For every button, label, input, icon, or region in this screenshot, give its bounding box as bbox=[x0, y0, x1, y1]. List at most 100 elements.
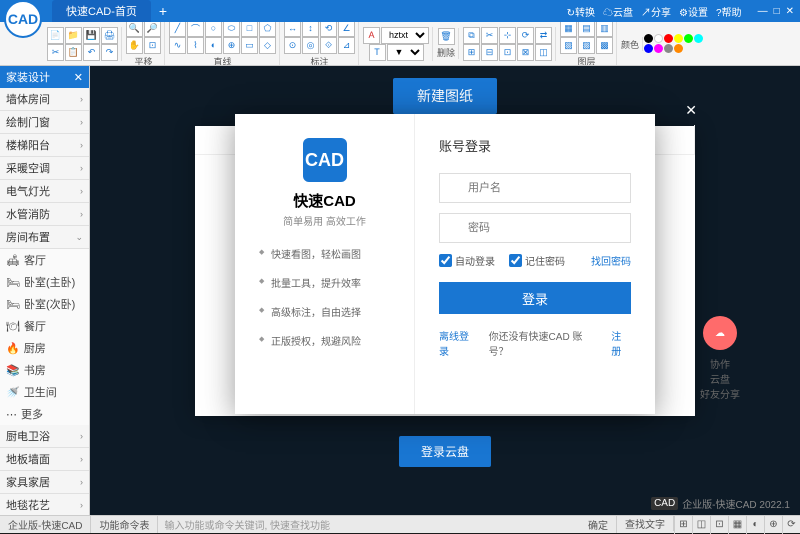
status-icon[interactable]: ▦ bbox=[728, 516, 746, 534]
tool-btn[interactable]: ↕ bbox=[302, 22, 319, 37]
command-input[interactable]: 输入功能或命令关键词, 快速查找功能 bbox=[158, 517, 580, 532]
status-edition[interactable]: 企业版-快速CAD bbox=[0, 516, 91, 533]
tool-btn[interactable]: 🖨 bbox=[101, 27, 118, 44]
tool-btn[interactable]: □ bbox=[241, 22, 258, 37]
tool-btn[interactable]: 📁 bbox=[65, 27, 82, 44]
share-link[interactable]: ↗分享 bbox=[641, 4, 671, 19]
sidebar-sub-item[interactable]: 🛏卧室(次卧) bbox=[0, 293, 89, 315]
tool-btn[interactable]: ✂ bbox=[47, 44, 64, 61]
tool-btn[interactable]: ⟲ bbox=[320, 22, 337, 37]
confirm-button[interactable]: 确定 bbox=[580, 516, 617, 533]
username-input[interactable] bbox=[439, 173, 631, 203]
tool-btn[interactable]: T bbox=[369, 44, 386, 61]
tool-btn[interactable]: ◎ bbox=[302, 37, 319, 54]
new-drawing-button[interactable]: 新建图纸 bbox=[393, 78, 497, 114]
tool-btn[interactable]: ⟐ bbox=[320, 37, 337, 54]
sidebar-sub-item[interactable]: ⋯更多 bbox=[0, 403, 89, 425]
tool-btn[interactable]: ⊿ bbox=[338, 37, 355, 54]
sidebar-sub-item[interactable]: 🚿卫生间 bbox=[0, 381, 89, 403]
document-tab[interactable]: 快速CAD-首页 bbox=[52, 0, 151, 22]
settings-link[interactable]: ⚙设置 bbox=[679, 4, 708, 19]
tool-btn[interactable]: 🗑 bbox=[438, 28, 455, 45]
auto-login-checkbox[interactable]: 自动登录 bbox=[439, 253, 495, 268]
status-commands[interactable]: 功能命令表 bbox=[91, 516, 158, 533]
tool-btn[interactable]: ⊡ bbox=[499, 44, 516, 61]
tool-btn[interactable]: 💾 bbox=[83, 27, 100, 44]
tool-btn[interactable]: ⊹ bbox=[499, 27, 516, 44]
new-tab-button[interactable]: + bbox=[159, 3, 167, 19]
sidebar-item[interactable]: 地毯花艺› bbox=[0, 494, 89, 515]
coop-icon[interactable]: ☁ bbox=[703, 316, 737, 350]
tool-btn[interactable]: ⊟ bbox=[481, 44, 498, 61]
panel-close-icon[interactable]: ✕ bbox=[685, 102, 697, 119]
status-icon[interactable]: ⊕ bbox=[764, 516, 782, 534]
sidebar-item[interactable]: 绘制门窗› bbox=[0, 111, 89, 134]
tool-btn[interactable]: ⇄ bbox=[535, 27, 552, 44]
tool-btn[interactable]: 📋 bbox=[65, 44, 82, 61]
tool-btn[interactable]: ∠ bbox=[338, 22, 355, 37]
zoom-out-btn[interactable]: 🔎 bbox=[144, 22, 161, 37]
sidebar-item[interactable]: 楼梯阳台› bbox=[0, 134, 89, 157]
close-button[interactable]: ✕ bbox=[786, 6, 794, 17]
tool-btn[interactable]: ▥ bbox=[596, 22, 613, 37]
line-btn[interactable]: ╱ bbox=[169, 22, 186, 37]
tool-btn[interactable]: ✂ bbox=[481, 27, 498, 44]
text-btn[interactable]: A bbox=[363, 27, 380, 44]
sidebar-sub-item[interactable]: 📚书房 bbox=[0, 359, 89, 381]
login-button[interactable]: 登录 bbox=[439, 282, 631, 314]
cloud-link[interactable]: ☁云盘 bbox=[603, 4, 633, 19]
tool-btn[interactable]: ⧉ bbox=[463, 27, 480, 44]
pan-btn[interactable]: ✋ bbox=[126, 37, 143, 54]
tool-btn[interactable]: ⟳ bbox=[517, 27, 534, 44]
close-icon[interactable]: ✕ bbox=[74, 71, 83, 84]
zoom-in-btn[interactable]: 🔍 bbox=[126, 22, 143, 37]
tool-btn[interactable]: ⊡ bbox=[144, 37, 161, 54]
tool-btn[interactable]: ∿ bbox=[169, 37, 186, 54]
tool-btn[interactable]: 📄 bbox=[47, 27, 64, 44]
tool-btn[interactable]: ◫ bbox=[535, 44, 552, 61]
tool-btn[interactable]: ⊞ bbox=[463, 44, 480, 61]
sidebar-header[interactable]: 家装设计✕ bbox=[0, 66, 89, 88]
status-icon[interactable]: ◫ bbox=[692, 516, 710, 534]
tool-btn[interactable]: ▦ bbox=[560, 22, 577, 37]
maximize-button[interactable]: □ bbox=[774, 6, 780, 17]
tool-btn[interactable]: ⊠ bbox=[517, 44, 534, 61]
status-icon[interactable]: ◐ bbox=[746, 516, 764, 534]
sidebar-item[interactable]: 水管消防› bbox=[0, 203, 89, 226]
tool-btn[interactable]: ⊙ bbox=[284, 37, 301, 54]
tool-btn[interactable]: ⬠ bbox=[259, 22, 276, 37]
sidebar-sub-item[interactable]: 🛋客厅 bbox=[0, 249, 89, 271]
status-icon[interactable]: ⟳ bbox=[782, 516, 800, 534]
tool-btn[interactable]: ⌒ bbox=[187, 22, 204, 37]
forgot-link[interactable]: 找回密码 bbox=[591, 253, 631, 268]
tool-btn[interactable]: ▩ bbox=[596, 37, 613, 54]
tool-btn[interactable]: ▨ bbox=[578, 37, 595, 54]
font-select[interactable]: hztxt bbox=[381, 27, 429, 44]
color-palette[interactable] bbox=[644, 34, 704, 53]
tool-btn[interactable]: ◐ bbox=[205, 37, 222, 54]
sidebar-item-expanded[interactable]: 房间布置⌄ bbox=[0, 226, 89, 249]
tool-btn[interactable]: ⬭ bbox=[223, 22, 240, 37]
help-link[interactable]: ?帮助 bbox=[716, 4, 742, 19]
password-input[interactable] bbox=[439, 213, 631, 243]
tool-btn[interactable]: ▭ bbox=[241, 37, 258, 54]
tool-btn[interactable]: ▤ bbox=[578, 22, 595, 37]
tool-btn[interactable]: ⌇ bbox=[187, 37, 204, 54]
tool-btn[interactable]: ↶ bbox=[83, 44, 100, 61]
sidebar-item[interactable]: 电气灯光› bbox=[0, 180, 89, 203]
tool-btn[interactable]: ↷ bbox=[101, 44, 118, 61]
offline-login-link[interactable]: 离线登录 bbox=[439, 328, 479, 358]
tool-btn[interactable]: ○ bbox=[205, 22, 222, 37]
register-link[interactable]: 注册 bbox=[611, 328, 631, 358]
tool-btn[interactable]: ◇ bbox=[259, 37, 276, 54]
status-icon[interactable]: ⊞ bbox=[674, 516, 692, 534]
remember-checkbox[interactable]: 记住密码 bbox=[509, 253, 565, 268]
login-cloud-button[interactable]: 登录云盘 bbox=[399, 436, 491, 467]
minimize-button[interactable]: — bbox=[758, 6, 768, 17]
tool-btn[interactable]: ↔ bbox=[284, 22, 301, 37]
size-select[interactable]: ▼ bbox=[387, 44, 424, 61]
sidebar-sub-item[interactable]: 🛏卧室(主卧) bbox=[0, 271, 89, 293]
sidebar-item[interactable]: 地板墙面› bbox=[0, 448, 89, 471]
app-logo[interactable]: CAD bbox=[4, 0, 42, 38]
sidebar-item[interactable]: 厨电卫浴› bbox=[0, 425, 89, 448]
